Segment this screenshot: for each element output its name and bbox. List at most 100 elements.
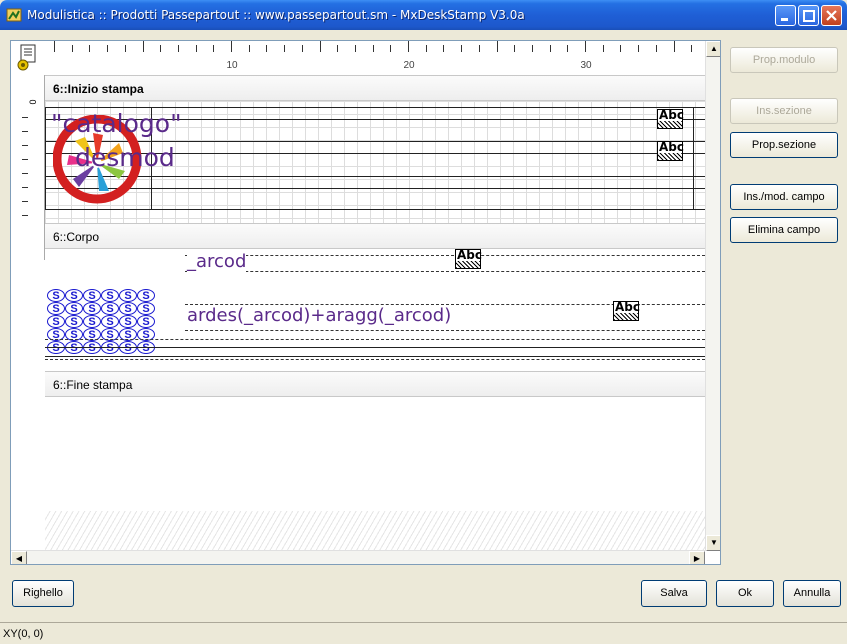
field-marker-zigzag — [614, 313, 638, 320]
maximize-icon — [803, 10, 815, 22]
ruler-tick — [22, 173, 28, 174]
close-icon — [826, 10, 837, 21]
vertical-scrollbar[interactable]: ▲ ▼ — [705, 41, 720, 551]
s-symbol: S — [65, 289, 83, 302]
ruler-tick — [496, 41, 498, 52]
ruler-tick — [602, 45, 604, 52]
band-line — [45, 107, 46, 209]
field-marker-zigzag — [658, 121, 682, 128]
ruler-tick — [54, 41, 55, 52]
ruler-tick — [372, 45, 374, 52]
ruler-tick — [390, 45, 392, 52]
status-bar: XY(0, 0) — [0, 622, 847, 644]
ruler-label-10: 10 — [226, 60, 238, 71]
window-title: Modulistica :: Prodotti Passepartout :: … — [27, 8, 525, 22]
ruler-tick — [71, 45, 73, 52]
dashed-line — [185, 255, 705, 256]
abc-label: Abc — [659, 108, 684, 122]
horizontal-scrollbar[interactable]: ◀ ▶ — [11, 550, 705, 564]
righello-button[interactable]: Righello — [12, 580, 74, 607]
elimina-campo-button[interactable]: Elimina campo — [730, 217, 838, 243]
ruler-tick — [567, 45, 569, 52]
ins-sezione-button[interactable]: Ins.sezione — [730, 98, 838, 124]
ruler-tick — [231, 41, 232, 52]
ruler-tick — [22, 117, 28, 118]
ruler-tick — [22, 201, 28, 202]
section-header-fine-stampa[interactable]: 6::Fine stampa — [45, 371, 705, 397]
abc-label: Abc — [659, 140, 684, 154]
ruler-tick — [620, 45, 622, 52]
text-field-marker[interactable]: Abc — [657, 140, 684, 161]
s-symbol: S — [47, 302, 65, 315]
s-symbol: S — [47, 315, 65, 328]
abc-label: Abc — [457, 248, 482, 262]
s-symbol: S — [101, 289, 119, 302]
ruler-tick — [248, 45, 250, 52]
ruler-tick — [655, 45, 657, 52]
title-bar[interactable]: Modulistica :: Prodotti Passepartout :: … — [0, 0, 847, 30]
s-symbol: S — [65, 315, 83, 328]
ruler-tick — [195, 45, 197, 52]
report-canvas[interactable]: 6::Inizio stampa "catalogo" desmod Abc A… — [45, 75, 705, 553]
ruler-tick — [691, 45, 693, 52]
s-symbol: S — [137, 315, 155, 328]
desmod-field[interactable]: desmod — [75, 143, 175, 172]
scroll-right-button[interactable]: ▶ — [689, 551, 705, 564]
ruler-tick — [22, 187, 28, 188]
ruler-tick — [22, 159, 28, 160]
document-settings-icon[interactable] — [11, 41, 45, 75]
ruler-tick — [337, 45, 339, 52]
text-field-marker[interactable]: Abc — [613, 300, 640, 321]
s-symbol: S — [83, 302, 101, 315]
text-field-marker[interactable]: Abc — [657, 108, 684, 129]
ruler-tick — [142, 41, 144, 52]
field-marker-zigzag — [658, 153, 682, 160]
s-symbol: S — [101, 302, 119, 315]
horizontal-ruler: 10 20 30 — [45, 41, 710, 75]
band-line — [45, 107, 705, 108]
scroll-down-button[interactable]: ▼ — [706, 535, 720, 551]
ins-mod-campo-button[interactable]: Ins./mod. campo — [730, 184, 838, 210]
s-symbol-grid[interactable]: SSSSSSSSSSSSSSSSSSSSSSSSSSSSSS — [47, 289, 159, 354]
ruler-tick — [213, 45, 215, 52]
s-symbol: S — [119, 289, 137, 302]
prop-modulo-button[interactable]: Prop.modulo — [730, 47, 838, 73]
section-header-corpo[interactable]: 6::Corpo — [45, 223, 705, 249]
report-designer: 10 20 30 0 6::Inizio stampa "catalogo" d… — [10, 40, 721, 565]
scroll-up-button[interactable]: ▲ — [706, 41, 720, 57]
s-symbol: S — [137, 302, 155, 315]
catalogo-field[interactable]: "catalogo" — [51, 109, 182, 138]
dashed-line — [45, 339, 705, 340]
ruler-tick — [319, 41, 321, 52]
text-field-marker[interactable]: Abc — [455, 248, 482, 269]
abc-label: Abc — [615, 300, 640, 314]
ruler-tick — [22, 215, 28, 216]
prop-sezione-button[interactable]: Prop.sezione — [730, 132, 838, 158]
section-header-inizio-stampa[interactable]: 6::Inizio stampa — [45, 75, 705, 101]
band-line — [45, 356, 705, 357]
ruler-label-30: 30 — [580, 60, 592, 71]
ruler-tick — [160, 45, 162, 52]
dashed-line — [45, 359, 705, 360]
ardes-aragg-field[interactable]: ardes(_arcod)+aragg(_arcod) — [187, 305, 452, 326]
ruler-tick — [22, 145, 28, 146]
app-icon — [6, 8, 22, 22]
ruler-tick — [461, 45, 463, 52]
ruler-label-20: 20 — [403, 60, 415, 71]
ruler-tick — [549, 45, 551, 52]
s-symbol: S — [83, 315, 101, 328]
ok-button[interactable]: Ok — [716, 580, 774, 607]
cursor-coordinates: XY(0, 0) — [3, 628, 44, 640]
arcod-field[interactable]: _arcod — [187, 251, 247, 272]
salva-button[interactable]: Salva — [641, 580, 707, 607]
ruler-zero-label: 0 — [27, 99, 38, 105]
minimize-button[interactable] — [775, 5, 796, 26]
ruler-tick — [673, 41, 675, 52]
close-button[interactable] — [821, 5, 842, 26]
annulla-button[interactable]: Annulla — [783, 580, 841, 607]
ruler-tick — [443, 45, 445, 52]
band-line — [45, 209, 705, 210]
ruler-tick — [531, 45, 533, 52]
scroll-left-button[interactable]: ◀ — [11, 551, 27, 564]
maximize-button[interactable] — [798, 5, 819, 26]
